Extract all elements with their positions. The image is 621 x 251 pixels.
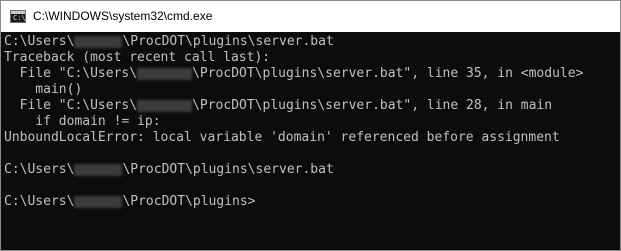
console-line: File "C:\Users\ \ProcDOT\plugins\server.b… (4, 66, 584, 81)
console-line: File "C:\Users\ \ProcDOT\plugins\server.b… (4, 98, 553, 113)
redacted-username (137, 67, 193, 80)
redacted-username (74, 195, 123, 208)
redacted-username (74, 35, 123, 48)
redacted-username (74, 163, 123, 176)
console-line: main() (4, 82, 83, 97)
cmd-icon-glyph: C:\ (13, 14, 26, 22)
console-line: C:\Users\ \ProcDOT\plugins\server.bat (4, 34, 334, 49)
console-line: UnboundLocalError: local variable 'domai… (4, 130, 560, 145)
title-bar[interactable]: C:\ C:\WINDOWS\system32\cmd.exe (1, 1, 620, 32)
console-output[interactable]: C:\Users\ \ProcDOT\plugins\server.bat Tra… (1, 32, 620, 250)
console-line: C:\Users\ \ProcDOT\plugins\server.bat (4, 162, 334, 177)
console-prompt: C:\Users\ \ProcDOT\plugins> (4, 194, 256, 209)
redacted-username (137, 99, 193, 112)
console-line: Traceback (most recent call last): (4, 50, 271, 65)
cmd-window: C:\ C:\WINDOWS\system32\cmd.exe C:\Users… (0, 0, 621, 251)
console-line: if domain != ip: (4, 114, 161, 129)
cmd-console-icon[interactable]: C:\ (10, 10, 26, 23)
window-title: C:\WINDOWS\system32\cmd.exe (33, 9, 213, 23)
